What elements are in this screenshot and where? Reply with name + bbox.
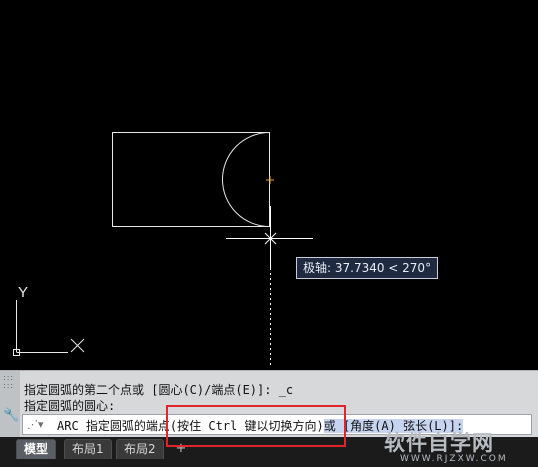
tab-model[interactable]: 模型 [16,439,57,459]
watermark-main-text: 软件自学网 [384,431,494,455]
watermark: 软件自学网 WWW.RJZXW.COM [384,427,534,467]
tab-layout2[interactable]: 布局2 [116,439,164,459]
watermark-sub-text: WWW.RJZXW.COM [400,454,508,464]
ucs-icon [13,300,85,356]
panel-grip-handle[interactable]: :::::: 🔧 [0,371,20,438]
command-history-line: 指定圆弧的第二个点或 [圆心(C)/端点(E)]: _c [24,383,294,397]
ucs-y-label: Y [18,284,28,301]
wrench-icon[interactable]: 🔧 [3,409,19,423]
prompt-text: ARC 指定圆弧的端点 [57,419,170,433]
drawing-viewport[interactable]: Y [0,0,538,370]
grip-dots-icon: :::::: [3,373,15,390]
rectangle-shape[interactable] [112,132,270,227]
command-history-line: 指定圆弧的圆心: [24,399,116,413]
command-icon[interactable]: ⋰▾ [27,418,49,432]
highlight-annotation-box [166,405,346,447]
arc-preview [222,132,270,227]
polar-tracking-tooltip: 极轴: 37.7340 < 270° [296,257,439,279]
tab-layout1[interactable]: 布局1 [64,439,112,459]
